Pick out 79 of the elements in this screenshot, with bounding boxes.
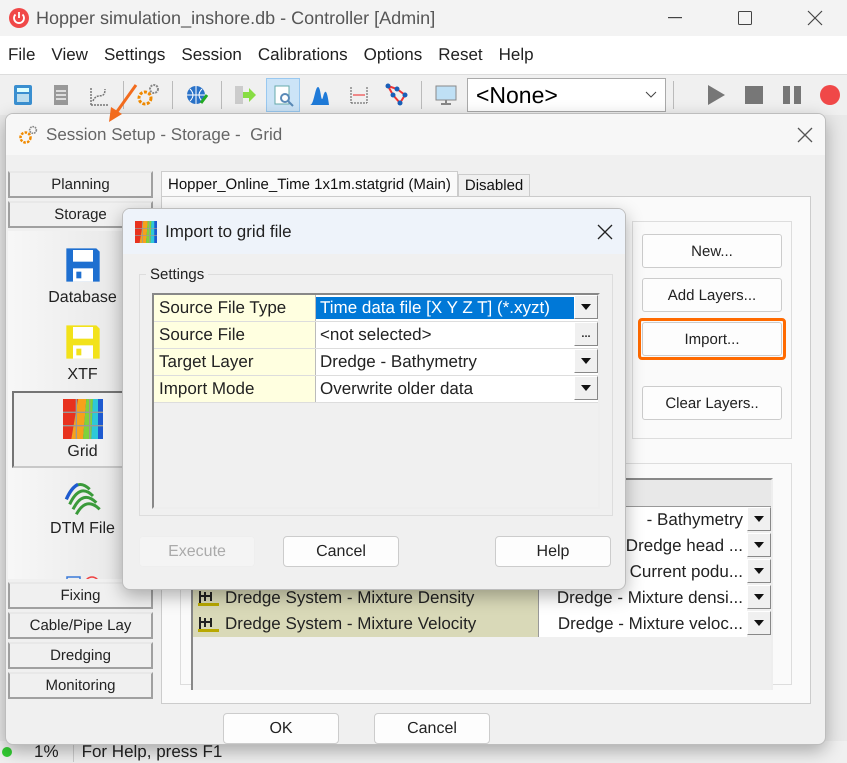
gears-icon — [18, 124, 38, 145]
dropdown-button[interactable] — [747, 507, 771, 532]
dialog-button[interactable]: Help — [495, 536, 611, 567]
menu-item[interactable]: Calibrations — [250, 45, 356, 65]
status-message: For Help, press F1 — [82, 742, 222, 762]
dropdown-button[interactable] — [747, 533, 771, 558]
menu-item[interactable]: Help — [490, 45, 542, 65]
caret-icon — [754, 542, 764, 548]
caret-icon — [754, 620, 764, 626]
menu-item[interactable]: Session — [173, 45, 250, 65]
layer-cell[interactable]: Dredge - Mixture veloc... — [539, 611, 747, 638]
dialog-title: Session Setup - Storage - Grid — [46, 124, 284, 145]
property-label: Target Layer — [154, 349, 316, 375]
grid-icon — [135, 220, 157, 242]
dropdown-button[interactable] — [574, 376, 598, 400]
menu-item[interactable]: Reset — [430, 45, 491, 65]
play-icon[interactable] — [705, 84, 728, 106]
monitor-icon — [434, 83, 458, 107]
export-icon — [233, 83, 258, 107]
dialog-title: Import to grid file — [165, 222, 293, 242]
action-button[interactable]: Add Layers... — [642, 278, 782, 312]
dialog-button[interactable]: Cancel — [374, 713, 490, 744]
dropdown-button[interactable] — [747, 611, 771, 636]
record-icon[interactable] — [819, 84, 842, 106]
window-title: Hopper simulation_inshore.db - Controller [Admin] — [36, 8, 436, 28]
caret-icon — [581, 358, 591, 364]
annotation-arrow — [106, 83, 140, 123]
caret-icon — [581, 385, 591, 391]
dialog-button[interactable]: OK — [223, 713, 339, 744]
menu-item[interactable]: File — [0, 45, 44, 65]
close-icon[interactable] — [597, 224, 613, 240]
caret-icon — [754, 568, 764, 574]
property-label: Source File Type — [154, 295, 316, 321]
section-button[interactable]: Cable/Pipe Lay — [8, 612, 153, 640]
section-button[interactable]: Fixing — [8, 582, 153, 610]
gears-icon — [136, 83, 160, 107]
property-value[interactable]: Time data file [X Y Z T] (*.xyzt) — [316, 297, 574, 319]
view-combo[interactable]: <None> — [466, 78, 666, 112]
layer-name: Dredge System - Mixture Velocity — [225, 614, 476, 634]
group-label: Settings — [149, 266, 206, 283]
grid-icon — [62, 398, 102, 439]
close-icon[interactable] — [797, 126, 813, 143]
menu-item[interactable]: Settings — [96, 45, 174, 65]
property-label: Import Mode — [154, 376, 316, 402]
layer-type-icon — [197, 589, 219, 608]
menu-item[interactable]: Options — [356, 45, 430, 65]
layer-type-icon — [197, 615, 219, 634]
chevron-icon — [645, 91, 658, 99]
dropdown-button[interactable] — [574, 349, 598, 373]
dropdown-button[interactable] — [574, 295, 598, 319]
dropdown-button[interactable] — [747, 559, 771, 584]
caret-icon — [581, 304, 591, 310]
action-button[interactable]: New... — [642, 234, 782, 268]
tab[interactable]: Hopper_Online_Time 1x1m.statgrid (Main) — [161, 171, 458, 196]
dropdown-button[interactable] — [747, 585, 771, 610]
close-icon[interactable] — [807, 10, 823, 26]
tab[interactable]: Disabled — [458, 174, 530, 196]
stop-icon[interactable] — [743, 84, 766, 106]
globe-icon — [184, 83, 209, 107]
minimize-icon[interactable] — [668, 17, 682, 19]
status-dot-icon — [2, 747, 12, 757]
maximize-icon[interactable] — [738, 11, 752, 25]
network-icon — [385, 83, 410, 107]
section-button[interactable]: Monitoring — [8, 672, 153, 700]
browse-button[interactable]: ... — [574, 322, 598, 346]
action-button[interactable]: Clear Layers.. — [642, 386, 782, 420]
layer-name: Dredge System - Mixture Density — [225, 588, 474, 608]
section-button[interactable]: Planning — [8, 171, 153, 198]
section-button[interactable]: Dredging — [8, 642, 153, 670]
pause-icon[interactable] — [781, 84, 804, 106]
toolbar-button[interactable] — [266, 78, 300, 112]
layer-cell[interactable]: Dredge - Mixture densi... — [539, 585, 747, 612]
caret-icon — [754, 594, 764, 600]
menu-item[interactable]: View — [43, 45, 96, 65]
dialog-button[interactable]: Cancel — [283, 536, 399, 567]
action-button[interactable]: Import... — [642, 322, 782, 356]
property-label: Source File — [154, 322, 316, 348]
power-icon — [8, 7, 30, 29]
caret-icon — [754, 516, 764, 522]
